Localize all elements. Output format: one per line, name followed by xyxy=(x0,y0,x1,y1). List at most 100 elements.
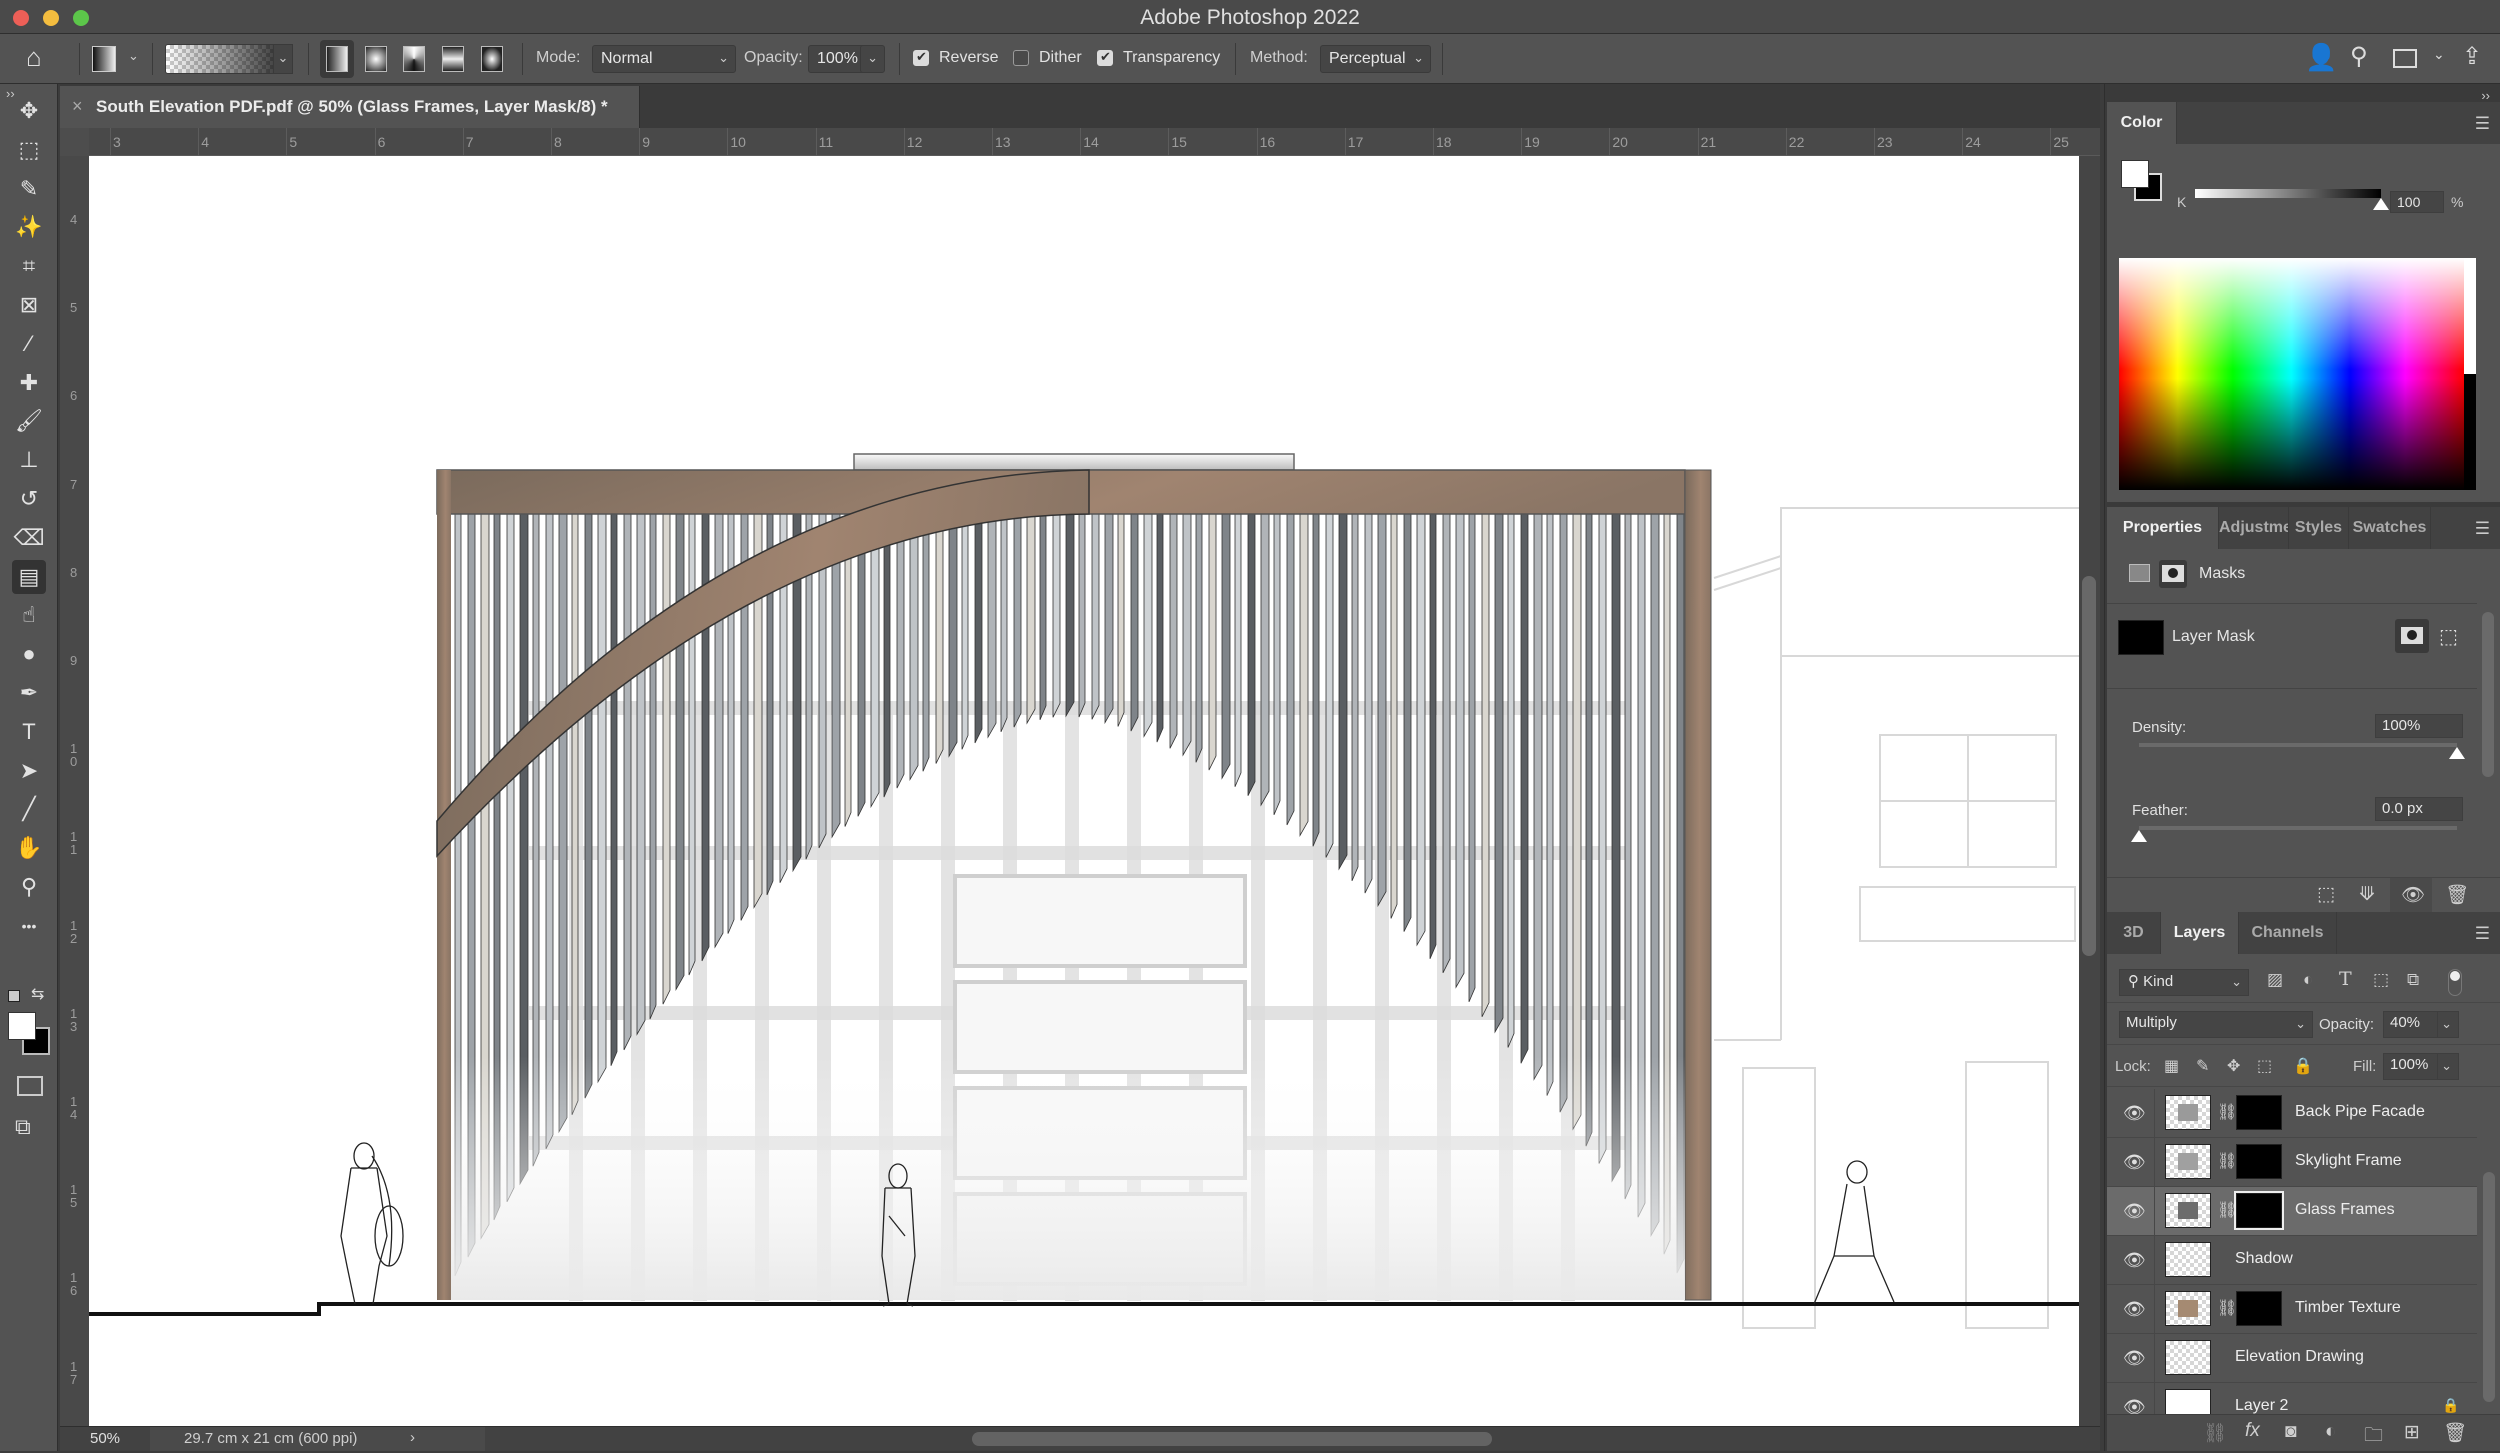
select-mask-button[interactable] xyxy=(2395,619,2429,653)
zoom-level[interactable]: 50% xyxy=(90,1430,120,1447)
eyedropper-tool[interactable]: ⁄ xyxy=(12,327,46,361)
tab-layers[interactable]: Layers xyxy=(2161,912,2239,954)
feather-slider-track[interactable] xyxy=(2139,826,2457,830)
vertical-scrollbar[interactable] xyxy=(2079,156,2100,1426)
layer-mask-thumbnail[interactable] xyxy=(2236,1095,2282,1130)
add-mask-icon[interactable]: ◙ xyxy=(2285,1421,2296,1443)
swap-colors-icon[interactable]: ⇆ xyxy=(31,984,44,1004)
rectangular-marquee-tool[interactable]: ⬚ xyxy=(12,133,46,167)
layer-mask-thumbnail[interactable] xyxy=(2236,1291,2282,1326)
horizontal-ruler[interactable]: 3 4 5 6 7 8 9 10 11 12 13 14 15 16 17 18 19 20 21 22 23 24 25 xyxy=(89,128,2100,156)
adjustment-layer-icon[interactable]: ◐ xyxy=(2325,1421,2336,1443)
type-tool[interactable]: T xyxy=(12,715,46,749)
lock-all-icon[interactable]: 🔒 xyxy=(2293,1056,2313,1076)
lock-transparent-pixels-icon[interactable]: ▦ xyxy=(2164,1056,2179,1076)
k-slider-track[interactable] xyxy=(2195,189,2381,198)
panel-menu-icon[interactable]: ☰ xyxy=(2475,114,2490,134)
foreground-color-swatch[interactable] xyxy=(8,1012,36,1040)
layer-row[interactable]: 👁 ⛓ Skylight Frame xyxy=(2107,1138,2477,1187)
k-slider-handle[interactable] xyxy=(2373,198,2389,210)
tab-color[interactable]: Color xyxy=(2107,102,2177,144)
layer-row[interactable]: 👁 Layer 2 🔒 xyxy=(2107,1383,2477,1414)
new-layer-icon[interactable]: ⊞ xyxy=(2404,1421,2420,1444)
chevron-right-icon[interactable]: › xyxy=(410,1429,415,1446)
ruler-origin[interactable] xyxy=(60,128,89,156)
gradient-picker-chevron-icon[interactable]: ⌄ xyxy=(273,44,293,74)
filter-type-icon[interactable]: T xyxy=(2339,968,2352,990)
panel-menu-icon[interactable]: ☰ xyxy=(2475,519,2490,539)
tab-properties[interactable]: Properties xyxy=(2107,507,2219,549)
fill-input[interactable]: 100% xyxy=(2383,1053,2438,1080)
tab-swatches[interactable]: Swatches xyxy=(2349,507,2431,549)
healing-brush-tool[interactable]: ✚ xyxy=(12,366,46,400)
tab-3d[interactable]: 3D xyxy=(2107,912,2161,954)
layer-filter-select[interactable]: ⚲ Kind ⌄ xyxy=(2119,969,2249,996)
smudge-tool[interactable]: ☝ xyxy=(12,598,46,632)
frame-tool[interactable]: ⊠ xyxy=(12,288,46,322)
path-selection-tool[interactable]: ➤ xyxy=(12,754,46,788)
eraser-tool[interactable]: ⌫ xyxy=(12,521,46,555)
trash-icon[interactable]: 🗑 xyxy=(2445,883,2469,907)
magic-wand-tool[interactable]: ✨ xyxy=(12,210,46,244)
filter-pixel-icon[interactable]: ▨ xyxy=(2267,970,2283,990)
density-input[interactable]: 100% xyxy=(2375,714,2463,738)
radial-gradient-icon[interactable] xyxy=(365,46,387,72)
filter-shape-icon[interactable]: ⬚ xyxy=(2373,970,2389,990)
new-group-icon[interactable]: 🗀 xyxy=(2364,1421,2383,1453)
visibility-eye-icon[interactable]: 👁 xyxy=(2123,1348,2146,1369)
panel-menu-icon[interactable]: ☰ xyxy=(2475,924,2490,944)
black-swatch[interactable] xyxy=(2464,374,2476,490)
hand-tool[interactable]: ✋ xyxy=(12,831,46,865)
vertical-scroll-thumb[interactable] xyxy=(2082,576,2096,956)
layer-mask-icon[interactable] xyxy=(2162,565,2184,582)
screen-mode-icon[interactable]: ⧉ xyxy=(15,1114,31,1140)
tab-channels[interactable]: Channels xyxy=(2239,912,2337,954)
add-vector-mask-icon[interactable]: ⬚ xyxy=(2439,624,2458,649)
crop-tool[interactable]: ⌗ xyxy=(12,249,46,283)
k-value-input[interactable]: 100 xyxy=(2390,191,2444,213)
pixel-mask-image-icon[interactable] xyxy=(2129,564,2150,582)
visibility-eye-icon[interactable]: 👁 xyxy=(2123,1250,2146,1271)
feather-input[interactable]: 0.0 px xyxy=(2375,797,2463,821)
visibility-eye-icon[interactable]: 👁 xyxy=(2123,1152,2146,1173)
layer-row[interactable]: 👁 ⛓ Timber Texture xyxy=(2107,1285,2477,1334)
blend-mode-select[interactable]: Multiply ⌄ xyxy=(2119,1011,2313,1038)
more-tools[interactable]: ••• xyxy=(12,909,46,943)
layer-opacity-input[interactable]: 40% xyxy=(2383,1011,2438,1038)
pen-tool[interactable]: ✒ xyxy=(12,676,46,710)
tool-preset-picker[interactable] xyxy=(92,46,116,72)
close-tab-icon[interactable]: × xyxy=(72,96,83,117)
layer-mask-thumbnail[interactable] xyxy=(2234,1191,2284,1230)
visibility-eye-icon[interactable]: 👁 xyxy=(2123,1299,2146,1320)
home-icon[interactable]: ⌂ xyxy=(26,42,42,73)
diamond-gradient-icon[interactable] xyxy=(481,46,503,72)
apply-mask-icon[interactable]: ⟱ xyxy=(2359,883,2375,906)
layers-scroll-thumb[interactable] xyxy=(2483,1172,2495,1402)
layer-row[interactable]: 👁 Elevation Drawing xyxy=(2107,1334,2477,1383)
vertical-ruler[interactable]: 4 5 6 7 8 9 10 11 12 13 14 15 16 17 xyxy=(60,156,89,1426)
visibility-eye-icon[interactable]: 👁 xyxy=(2123,1201,2146,1222)
workspace-chevron-icon[interactable]: ⌄ xyxy=(2433,46,2445,63)
brush-tool[interactable]: 🖌 xyxy=(12,404,46,438)
visibility-eye-icon[interactable]: 👁 xyxy=(2123,1103,2146,1124)
horizontal-scroll-thumb[interactable] xyxy=(972,1432,1492,1446)
mask-link-icon[interactable]: ⛓ xyxy=(2217,1151,2237,1171)
history-brush-tool[interactable]: ↺ xyxy=(12,482,46,516)
search-icon[interactable]: ⚲ xyxy=(2350,42,2368,71)
opacity-dropdown[interactable]: ⌄ xyxy=(860,45,885,73)
lock-artboard-icon[interactable]: ⬚ xyxy=(2257,1056,2272,1076)
feather-slider-handle[interactable] xyxy=(2131,830,2147,842)
collapse-panels-icon[interactable]: ›› xyxy=(2481,88,2490,103)
mode-select[interactable]: Normal ⌄ xyxy=(592,45,736,73)
properties-scroll-thumb[interactable] xyxy=(2482,612,2494,777)
chevron-down-icon[interactable]: ⌄ xyxy=(128,48,139,64)
lock-position-icon[interactable]: ✥ xyxy=(2227,1056,2240,1076)
filter-toggle[interactable] xyxy=(2448,969,2462,996)
mask-link-icon[interactable]: ⛓ xyxy=(2217,1200,2237,1220)
share-icon[interactable]: ⇪ xyxy=(2462,42,2482,71)
layer-mask-thumbnail[interactable] xyxy=(2236,1144,2282,1179)
lasso-tool[interactable]: ✎ xyxy=(12,172,46,206)
visibility-eye-icon[interactable]: 👁 xyxy=(2123,1397,2146,1414)
foreground-color-swatch[interactable] xyxy=(2121,160,2149,188)
clone-stamp-tool[interactable]: ⊥ xyxy=(12,443,46,477)
